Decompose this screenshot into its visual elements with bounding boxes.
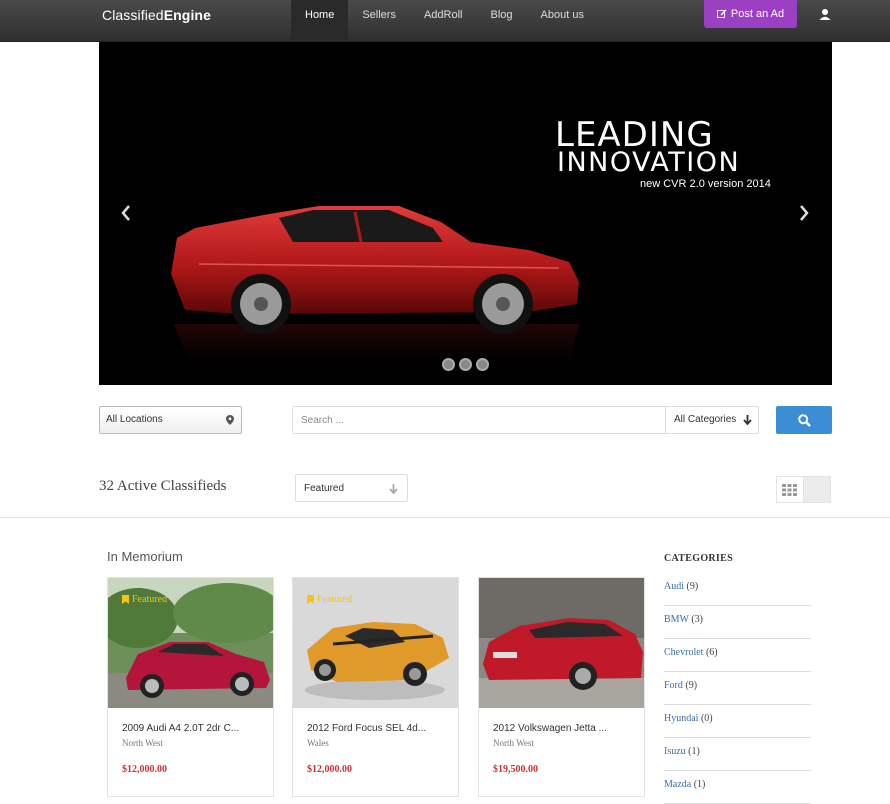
location-select-label: All Locations bbox=[106, 414, 163, 425]
featured-badge-label: Featured bbox=[317, 594, 352, 605]
listing-title[interactable]: 2012 Volkswagen Jetta ... bbox=[493, 723, 607, 734]
nav-blog[interactable]: Blog bbox=[477, 0, 527, 40]
nav-about-us[interactable]: About us bbox=[527, 0, 598, 40]
listing-card[interactable]: Featured 2012 Ford Focus SEL 4d... Wales… bbox=[292, 577, 459, 797]
slider-dot-2[interactable] bbox=[459, 358, 472, 371]
featured-badge: Featured bbox=[122, 594, 167, 605]
edit-icon bbox=[716, 9, 727, 18]
car-photo bbox=[479, 578, 644, 708]
main-nav: Home Sellers AddRoll Blog About us bbox=[291, 0, 598, 40]
category-item-isuzu[interactable]: Isuzu (1) bbox=[664, 738, 811, 771]
active-classifieds-count: 32 Active Classifieds bbox=[99, 478, 227, 494]
category-name[interactable]: Chevrolet bbox=[664, 647, 703, 658]
hero-headline-2: INNOVATION bbox=[557, 147, 741, 178]
bookmark-icon bbox=[122, 595, 129, 604]
site-logo[interactable]: ClassifiedEngine bbox=[102, 7, 211, 23]
category-select[interactable]: All Categories bbox=[665, 407, 758, 433]
slider-prev-arrow[interactable] bbox=[119, 202, 133, 224]
search-button[interactable] bbox=[776, 406, 832, 434]
search-input[interactable] bbox=[293, 407, 665, 433]
category-item-mazda[interactable]: Mazda (1) bbox=[664, 771, 811, 804]
listing-image[interactable] bbox=[479, 578, 644, 708]
arrow-down-icon bbox=[743, 415, 752, 425]
category-count: (9) bbox=[685, 680, 698, 691]
listing-card[interactable]: 2012 Volkswagen Jetta ... North West $19… bbox=[478, 577, 645, 797]
category-select-label: All Categories bbox=[674, 414, 737, 425]
hero-car-image bbox=[171, 206, 579, 362]
category-count: (3) bbox=[691, 614, 703, 625]
post-ad-label: Post an Ad bbox=[730, 8, 785, 20]
category-item-audi[interactable]: Audi (9) bbox=[664, 573, 811, 606]
listing-image[interactable]: Featured bbox=[108, 578, 273, 708]
category-item-ford[interactable]: Ford (9) bbox=[664, 672, 811, 705]
grid-view-button[interactable] bbox=[777, 477, 804, 502]
featured-badge: Featured bbox=[307, 594, 352, 605]
category-name[interactable]: BMW bbox=[664, 614, 689, 625]
category-count: (1) bbox=[693, 779, 706, 790]
arrow-down-icon bbox=[389, 484, 398, 494]
listing-location: North West bbox=[493, 738, 534, 748]
hero-tagline: new CVR 2.0 version 2014 bbox=[640, 178, 771, 190]
listing-price: $19,500.00 bbox=[493, 764, 538, 775]
category-item-hyundai[interactable]: Hyundai (0) bbox=[664, 705, 811, 738]
search-bar: All Categories bbox=[292, 406, 759, 434]
map-pin-icon bbox=[226, 415, 234, 425]
category-count: (0) bbox=[700, 713, 713, 724]
listing-card[interactable]: Featured 2009 Audi A4 2.0T 2dr C... Nort… bbox=[107, 577, 274, 797]
nav-home[interactable]: Home bbox=[291, 0, 349, 40]
listing-location: North West bbox=[122, 738, 163, 748]
listing-price: $12,000.00 bbox=[122, 764, 167, 775]
listing-title[interactable]: 2012 Ford Focus SEL 4d... bbox=[307, 723, 426, 734]
listing-price: $12,000.00 bbox=[307, 764, 352, 775]
categories-heading: CATEGORIES bbox=[664, 553, 733, 564]
listing-location: Wales bbox=[307, 738, 329, 748]
location-select[interactable]: All Locations bbox=[99, 406, 242, 434]
bookmark-icon bbox=[307, 595, 314, 604]
slider-dot-1[interactable] bbox=[442, 358, 455, 371]
view-toggle bbox=[776, 476, 831, 503]
grid-icon bbox=[782, 483, 798, 496]
sort-select-label: Featured bbox=[304, 483, 345, 494]
category-name[interactable]: Ford bbox=[664, 680, 683, 691]
slider-pagination bbox=[442, 358, 489, 371]
category-item-chevrolet[interactable]: Chevrolet (6) bbox=[664, 639, 811, 672]
brand-part2: Engine bbox=[163, 7, 211, 23]
categories-list: Audi (9) BMW (3) Chevrolet (6) Ford (9) … bbox=[664, 573, 811, 804]
list-view-button[interactable] bbox=[803, 477, 830, 502]
category-count: (9) bbox=[686, 581, 699, 592]
listing-image[interactable]: Featured bbox=[293, 578, 458, 708]
listing-title[interactable]: 2009 Audi A4 2.0T 2dr C... bbox=[122, 723, 239, 734]
nav-addroll[interactable]: AddRoll bbox=[410, 0, 477, 40]
category-name[interactable]: Hyundai bbox=[664, 713, 698, 724]
category-item-bmw[interactable]: BMW (3) bbox=[664, 606, 811, 639]
listing-section-title: In Memorium bbox=[107, 549, 183, 564]
featured-badge-label: Featured bbox=[132, 594, 167, 605]
post-ad-button[interactable]: Post an Ad bbox=[704, 0, 797, 28]
sort-select[interactable]: Featured bbox=[295, 474, 408, 502]
slider-next-arrow[interactable] bbox=[797, 202, 811, 224]
hero-headline-1: LEADING bbox=[555, 115, 714, 155]
category-count: (1) bbox=[688, 746, 700, 757]
category-count: (6) bbox=[705, 647, 718, 658]
category-name[interactable]: Mazda bbox=[664, 779, 691, 790]
nav-sellers[interactable]: Sellers bbox=[348, 0, 410, 40]
top-navbar: ClassifiedEngine Home Sellers AddRoll Bl… bbox=[0, 0, 890, 42]
brand-part1: Classified bbox=[102, 7, 164, 23]
section-divider bbox=[0, 517, 890, 518]
category-name[interactable]: Audi bbox=[664, 581, 684, 592]
slider-dot-3[interactable] bbox=[476, 358, 489, 371]
search-icon bbox=[797, 413, 811, 427]
user-icon[interactable] bbox=[818, 8, 832, 22]
hero-slider: LEADING INNOVATION new CVR 2.0 version 2… bbox=[99, 42, 832, 385]
category-name[interactable]: Isuzu bbox=[664, 746, 686, 757]
